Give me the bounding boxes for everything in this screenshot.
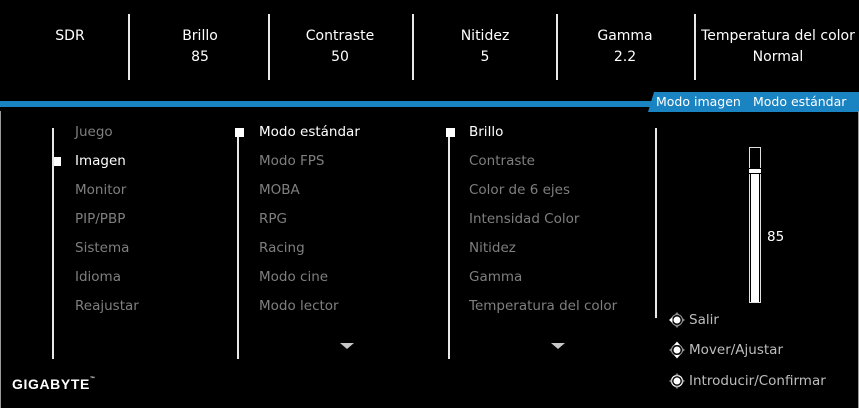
banner-section: Modo imagen: [656, 94, 741, 109]
setting-item-gamma[interactable]: Gamma: [469, 269, 522, 285]
status-divider: [412, 14, 414, 80]
setting-item-color-vibrance[interactable]: Intensidad Color: [469, 211, 579, 227]
setting-item-contrast[interactable]: Contraste: [469, 153, 535, 169]
slider-value: 85: [767, 229, 785, 245]
logo-text: GIGABYTE: [12, 376, 90, 392]
selected-bullet: [446, 128, 455, 137]
mode-item-racing[interactable]: Racing: [259, 240, 305, 256]
status-divider: [268, 14, 270, 80]
mode-item-movie[interactable]: Modo cine: [259, 269, 328, 285]
menu-item-sistema[interactable]: Sistema: [75, 240, 129, 256]
status-gamma-label: Gamma: [597, 28, 653, 44]
setting-item-sharpness[interactable]: Nitidez: [469, 240, 516, 256]
status-contrast: Contraste 50: [295, 26, 385, 68]
menu-item-reajustar[interactable]: Reajustar: [75, 298, 139, 314]
mode-item-moba[interactable]: MOBA: [259, 182, 300, 198]
scroll-down-arrow-icon[interactable]: [340, 343, 354, 349]
status-hdr-label: SDR: [55, 28, 85, 44]
mode-item-reader[interactable]: Modo lector: [259, 298, 339, 314]
joystick-left-icon: [669, 312, 685, 328]
mode-item-standard[interactable]: Modo estándar: [259, 124, 360, 140]
status-contrast-value: 50: [331, 49, 349, 65]
column-divider: [655, 128, 657, 318]
status-divider: [694, 14, 696, 80]
selected-bullet: [235, 128, 244, 137]
status-contrast-label: Contraste: [305, 28, 375, 44]
hint-move: Mover/Ajustar: [667, 341, 783, 359]
banner-value: Modo estándar: [753, 94, 847, 109]
status-sharpness: Nitidez 5: [445, 26, 525, 68]
column-divider: [52, 128, 54, 359]
setting-item-six-axis-color[interactable]: Color de 6 ejes: [469, 182, 570, 198]
status-hdr-mode: SDR: [40, 26, 100, 47]
joystick-press-icon: [669, 373, 685, 389]
hint-enter: Introducir/Confirmar: [667, 372, 826, 390]
mode-item-fps[interactable]: Modo FPS: [259, 153, 325, 169]
menu-item-juego[interactable]: Juego: [75, 124, 113, 140]
menu-frame: [0, 111, 859, 408]
setting-item-color-temperature[interactable]: Temperatura del color: [469, 298, 617, 314]
scroll-down-arrow-icon[interactable]: [551, 343, 565, 349]
status-color-temp-label: Temperatura del color: [701, 28, 855, 44]
hint-enter-label: Introducir/Confirmar: [689, 373, 826, 389]
gigabyte-logo: GIGABYTE™: [12, 376, 96, 392]
column-divider: [448, 128, 450, 359]
status-brightness-label: Brillo: [182, 28, 218, 44]
hint-move-label: Mover/Ajustar: [689, 342, 783, 358]
setting-item-brightness[interactable]: Brillo: [469, 124, 503, 140]
slider-handle[interactable]: [749, 168, 761, 174]
menu-item-idioma[interactable]: Idioma: [75, 269, 121, 285]
hint-exit-label: Salir: [689, 312, 719, 328]
status-bar: SDR Brillo 85 Contraste 50 Nitidez 5 Gam…: [0, 0, 859, 100]
status-color-temp-value: Normal: [752, 49, 804, 65]
status-brightness-value: 85: [191, 49, 209, 65]
status-gamma: Gamma 2.2: [585, 26, 665, 68]
menu-item-pip-pbp[interactable]: PIP/PBP: [75, 211, 125, 227]
menu-item-monitor[interactable]: Monitor: [75, 182, 126, 198]
status-sharpness-label: Nitidez: [460, 28, 510, 44]
status-color-temp: Temperatura del color Normal: [697, 26, 859, 68]
joystick-updown-icon: [669, 341, 685, 359]
slider-fill: [751, 171, 759, 302]
mode-item-rpg[interactable]: RPG: [259, 211, 287, 227]
hint-exit: Salir: [667, 311, 719, 329]
menu-item-imagen[interactable]: Imagen: [75, 153, 126, 169]
status-sharpness-value: 5: [480, 49, 490, 65]
brightness-slider[interactable]: [749, 147, 761, 303]
status-divider: [128, 14, 130, 80]
status-brightness: Brillo 85: [160, 26, 240, 68]
status-gamma-value: 2.2: [613, 49, 637, 65]
status-divider: [556, 14, 558, 80]
column-divider: [237, 128, 239, 359]
